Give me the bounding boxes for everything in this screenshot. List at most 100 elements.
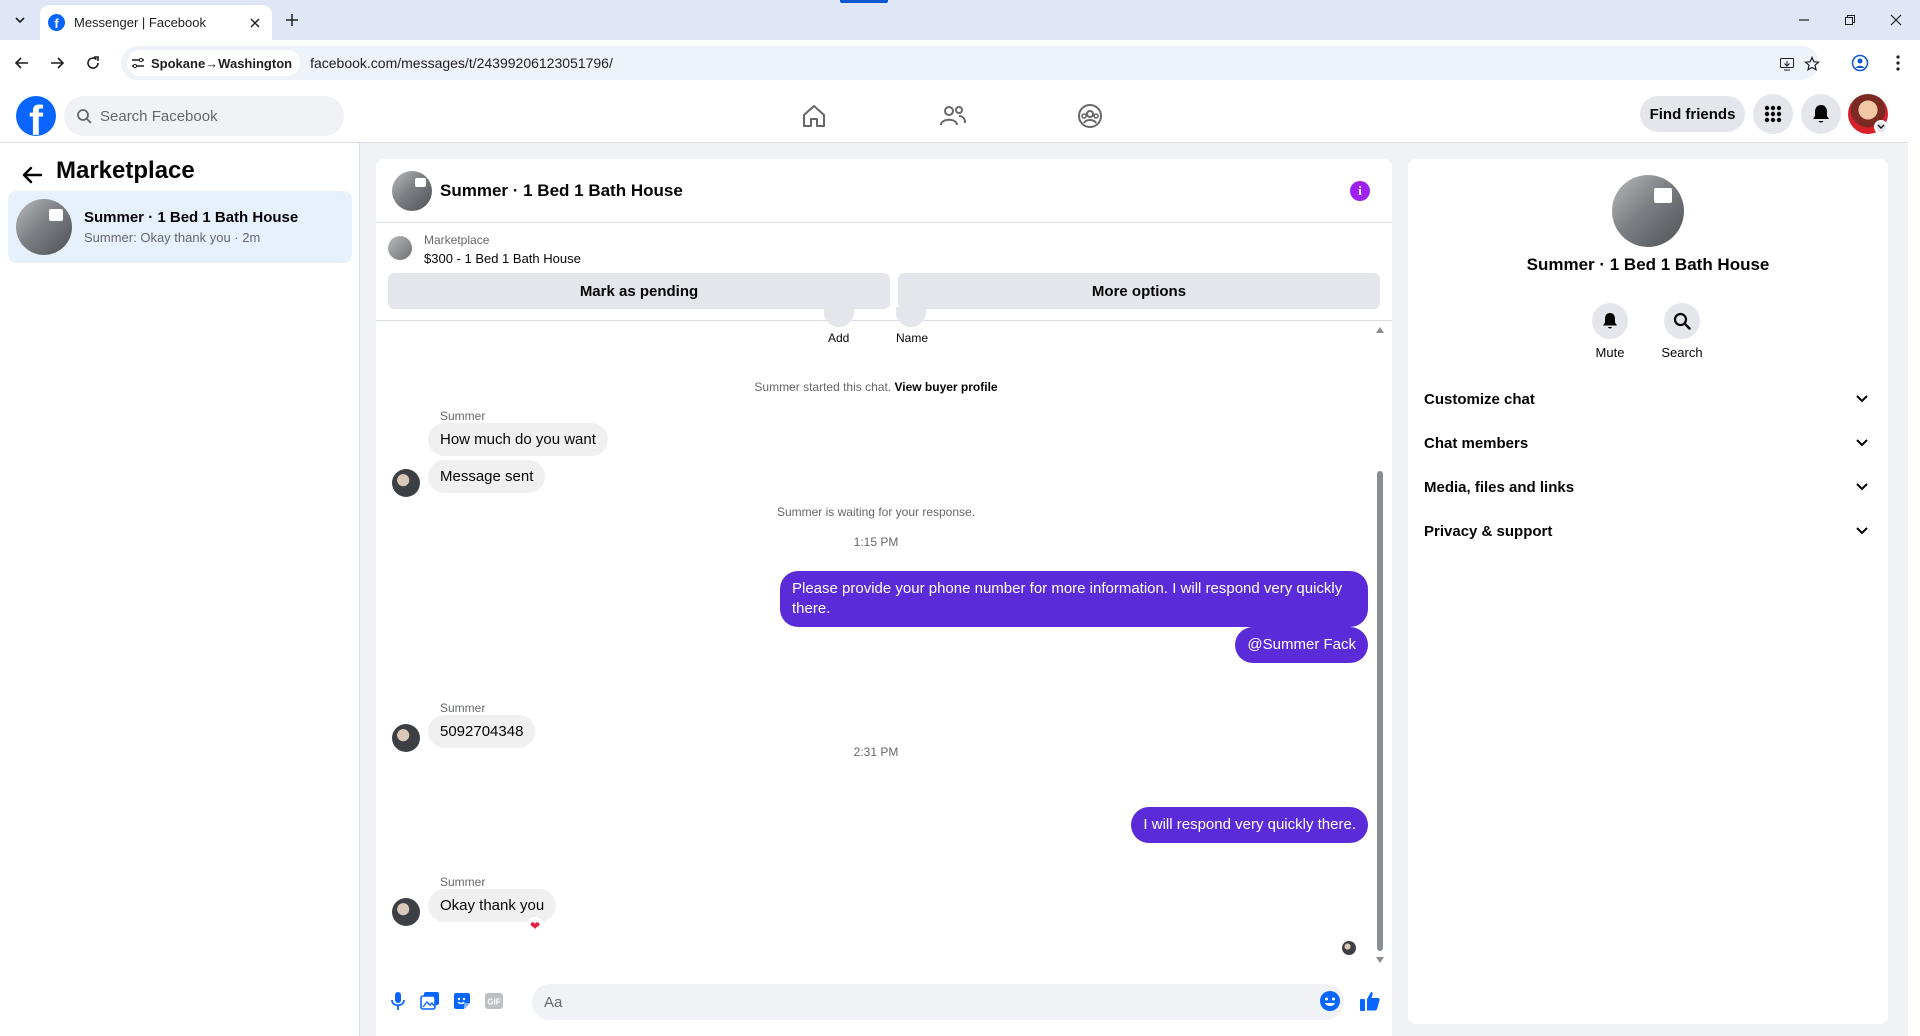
info-avatar[interactable]	[1612, 175, 1684, 247]
marketplace-inbox-sidebar: Marketplace Summer · 1 Bed 1 Bath House …	[0, 143, 360, 1036]
sidebar-title: Marketplace	[56, 157, 195, 184]
facebook-search-input[interactable]	[100, 107, 320, 125]
message-composer: GIF	[376, 971, 1392, 1036]
chat-panel: Summer · 1 Bed 1 Bath House i Marketplac…	[376, 159, 1392, 1036]
nav-groups-icon[interactable]	[1034, 94, 1146, 138]
restore-icon[interactable]	[1827, 0, 1873, 40]
chat-title[interactable]: Summer · 1 Bed 1 Bath House	[440, 181, 683, 201]
marketplace-label: Marketplace	[424, 233, 490, 247]
chat-header: Summer · 1 Bed 1 Bath House i	[376, 159, 1392, 223]
emoji-smile-icon[interactable]	[1318, 989, 1342, 1013]
scroll-down-arrow-icon[interactable]	[1376, 957, 1384, 963]
url-text: facebook.com/messages/t/2439920612305179…	[310, 55, 613, 71]
notifications-bell-icon[interactable]	[1801, 94, 1841, 134]
message-input-box[interactable]	[532, 984, 1344, 1020]
gif-icon[interactable]: GIF	[482, 989, 506, 1013]
microphone-icon[interactable]	[386, 989, 410, 1013]
heart-reaction-icon[interactable]: ❤	[526, 917, 544, 935]
chat-started-text: Summer started this chat.	[754, 380, 892, 394]
section-placeholder-12	[1416, 309, 1880, 345]
site-chip-label: Spokane→Washington	[151, 55, 293, 71]
add-action-button[interactable]	[824, 307, 854, 327]
scroll-up-arrow-icon[interactable]	[1376, 327, 1384, 333]
nav-home-icon[interactable]	[758, 94, 870, 138]
browser-tab-messenger[interactable]: f Messenger | Facebook	[40, 5, 272, 40]
facebook-top-bar: f Find friends	[0, 86, 1908, 143]
section-privacy-support[interactable]: Privacy & support	[1416, 513, 1880, 549]
tab-close-icon[interactable]	[246, 14, 264, 32]
search-icon	[77, 109, 92, 124]
add-label: Add	[828, 331, 850, 345]
sticker-icon[interactable]	[450, 989, 474, 1013]
section-media-files-links[interactable]: Media, files and links	[1416, 469, 1880, 505]
privacy-support-label: Privacy & support	[1424, 522, 1553, 540]
thumbs-up-like-icon[interactable]	[1358, 989, 1382, 1013]
more-options-button[interactable]: More options	[898, 273, 1380, 309]
message-input[interactable]	[544, 993, 1304, 1011]
address-bar[interactable]: Spokane→Washington facebook.com/messages…	[121, 46, 1822, 80]
bookmark-star-icon[interactable]	[1802, 54, 1822, 74]
new-tab-plus-icon[interactable]	[281, 9, 303, 31]
info-title: Summer · 1 Bed 1 Bath House	[1526, 255, 1770, 274]
message-incoming[interactable]: How much do you want	[428, 423, 608, 456]
message-outgoing[interactable]: Please provide your phone number for mor…	[780, 571, 1368, 627]
search-label: Search	[1661, 345, 1703, 360]
sender-name: Summer	[440, 875, 486, 889]
chat-members-label: Chat members	[1424, 434, 1529, 452]
back-arrow-icon[interactable]	[18, 161, 46, 189]
photo-gallery-icon[interactable]	[418, 989, 442, 1013]
sender-avatar[interactable]	[392, 898, 420, 926]
facebook-favicon-icon: f	[48, 14, 65, 31]
sender-avatar[interactable]	[392, 469, 420, 497]
close-window-icon[interactable]	[1873, 0, 1919, 40]
tab-search-chevron-icon[interactable]	[8, 8, 32, 32]
scrollbar-thumb[interactable]	[1377, 471, 1383, 951]
conversation-name: Summer · 1 Bed 1 Bath House	[84, 209, 299, 226]
media-files-links-label: Media, files and links	[1424, 478, 1575, 496]
seen-indicator-avatar	[1342, 941, 1356, 955]
tune-icon	[132, 57, 144, 69]
conversation-item-summer[interactable]: Summer · 1 Bed 1 Bath House Summer: Okay…	[8, 191, 352, 263]
message-outgoing[interactable]: @Summer Fack	[1235, 627, 1368, 663]
section-customize-chat[interactable]: Customize chat	[1416, 381, 1880, 417]
nav-friends-icon[interactable]	[897, 94, 1009, 138]
conversation-info-icon[interactable]: i	[1350, 181, 1370, 201]
mark-as-pending-button[interactable]: Mark as pending	[388, 273, 890, 309]
svg-text:GIF: GIF	[487, 998, 500, 1007]
sender-name: Summer	[440, 701, 486, 715]
page-scrollbar[interactable]	[1908, 86, 1920, 1036]
message-scrollbar[interactable]	[1374, 321, 1386, 971]
minimize-icon[interactable]	[1781, 0, 1827, 40]
tab-title: Messenger | Facebook	[74, 15, 206, 30]
reload-icon[interactable]	[80, 50, 106, 76]
waiting-notice: Summer is waiting for your response.	[776, 505, 976, 519]
browser-tab-bar: f Messenger | Facebook	[0, 0, 1920, 40]
message-incoming[interactable]: Message sent	[428, 460, 546, 493]
view-buyer-profile-link[interactable]: View buyer profile	[894, 380, 997, 394]
message-outgoing[interactable]: I will respond very quickly there.	[1131, 807, 1368, 843]
name-action-button[interactable]	[896, 307, 926, 327]
section-chat-members[interactable]: Chat members	[1416, 425, 1880, 461]
install-app-icon[interactable]	[1777, 54, 1797, 74]
forward-arrow-icon[interactable]	[44, 50, 70, 76]
chrome-profile-icon[interactable]	[1847, 50, 1873, 76]
account-chevron-down-icon[interactable]	[1874, 120, 1888, 134]
message-incoming[interactable]: 5092704348	[428, 715, 536, 748]
find-friends-button[interactable]: Find friends	[1640, 96, 1745, 132]
listing-title[interactable]: $300 - 1 Bed 1 Bath House	[424, 251, 581, 266]
listing-avatar	[16, 199, 72, 255]
marketplace-listing-bar: Marketplace $300 - 1 Bed 1 Bath House Ma…	[376, 223, 1392, 321]
site-info-chip[interactable]: Spokane→Washington	[127, 50, 301, 76]
chrome-menu-dots-icon[interactable]	[1885, 50, 1911, 76]
listing-thumbnail[interactable]	[388, 236, 412, 260]
mute-label: Mute	[1595, 345, 1625, 360]
chat-avatar[interactable]	[392, 170, 432, 211]
back-arrow-icon[interactable]	[9, 50, 35, 76]
facebook-logo-icon[interactable]: f	[16, 96, 56, 136]
browser-toolbar: Spokane→Washington facebook.com/messages…	[0, 40, 1920, 86]
facebook-search[interactable]	[64, 96, 344, 136]
customize-chat-label: Customize chat	[1424, 390, 1535, 408]
menu-grid-icon[interactable]	[1753, 94, 1793, 134]
sender-name: Summer	[440, 409, 486, 423]
conversation-preview: Summer: Okay thank you · 2m	[84, 230, 261, 245]
